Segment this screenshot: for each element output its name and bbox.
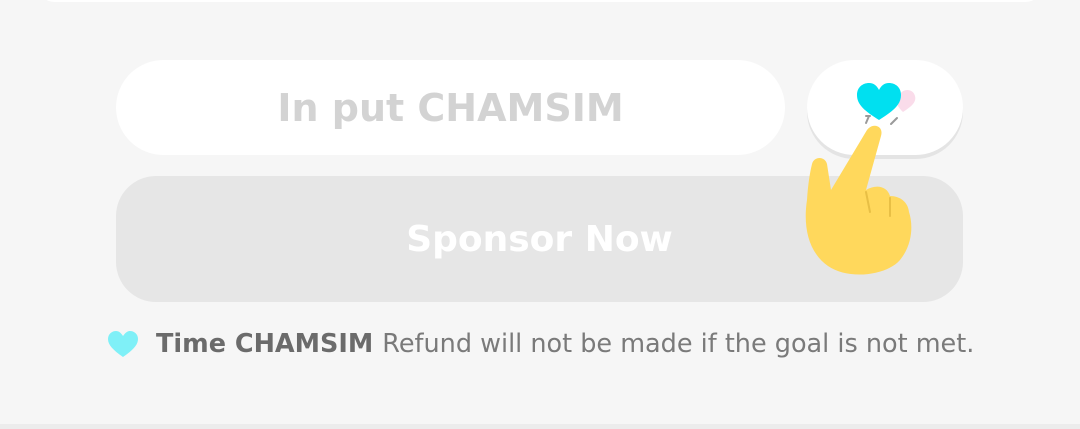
chamsim-input[interactable]: [116, 84, 785, 131]
heart-icon: [108, 331, 138, 357]
divider: [0, 424, 1080, 429]
chamsim-input-pill[interactable]: [116, 60, 785, 155]
notice-text: Refund will not be made if the goal is n…: [382, 329, 975, 359]
pointing-hand-icon: [805, 125, 912, 275]
top-card-edge: [40, 0, 1040, 2]
sponsor-now-label: Sponsor Now: [406, 218, 673, 260]
notice-label: Time CHAMSIM: [156, 329, 374, 359]
refund-notice: Time CHAMSIM Refund will not be made if …: [106, 326, 974, 362]
